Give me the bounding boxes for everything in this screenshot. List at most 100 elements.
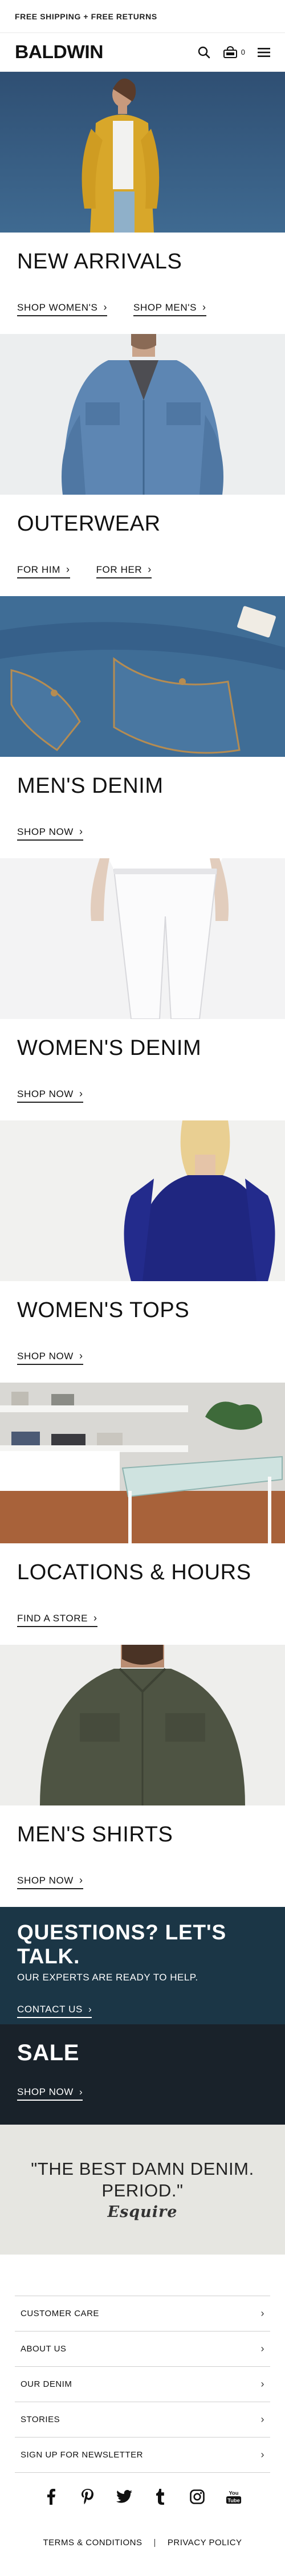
sale-banner: SALE SHOP NOW › [0, 2024, 285, 2125]
category-mens-shirts: MEN'S SHIRTS SHOP NOW › [0, 1645, 285, 1907]
chevron-right-icon: › [93, 1612, 97, 1624]
category-womens-tops: WOMEN'S TOPS SHOP NOW › [0, 1120, 285, 1383]
privacy-link[interactable]: PRIVACY POLICY [168, 2538, 242, 2548]
chevron-right-icon: › [79, 2086, 83, 2097]
facebook-icon[interactable] [43, 2489, 59, 2505]
site-footer: CUSTOMER CARE › ABOUT US › OUR DENIM › STOR… [0, 2255, 285, 2548]
for-him-link[interactable]: FOR HIM › [17, 564, 70, 578]
contact-us-link[interactable]: CONTACT US › [17, 2004, 92, 2018]
category-title: WOMEN'S TOPS [17, 1298, 190, 1322]
youtube-label-you: You [229, 2490, 239, 2496]
chevron-right-icon: › [79, 1350, 83, 1362]
category-text: OUTERWEAR FOR HIM › FOR HER › [0, 495, 285, 596]
category-mens-denim: MEN'S DENIM SHOP NOW › [0, 596, 285, 858]
shop-now-link[interactable]: SHOP NOW › [17, 1350, 83, 1365]
chevron-right-icon: › [79, 1874, 83, 1886]
category-text: LOCATIONS & HOURS FIND A STORE › [0, 1543, 285, 1645]
chevron-right-icon: › [103, 301, 108, 313]
youtube-icon[interactable]: You Tube [226, 2489, 242, 2505]
chevron-right-icon: › [79, 826, 83, 837]
shop-mens-link[interactable]: SHOP MEN'S › [133, 301, 206, 316]
category-new-arrivals: NEW ARRIVALS SHOP WOMEN'S › SHOP MEN'S › [0, 72, 285, 334]
category-text: WOMEN'S TOPS SHOP NOW › [0, 1281, 285, 1383]
chevron-right-icon: › [260, 2414, 264, 2425]
search-icon[interactable] [198, 46, 210, 59]
questions-banner: QUESTIONS? LET'S TALK. OUR EXPERTS ARE R… [0, 1907, 285, 2024]
bag-count: 0 [241, 48, 245, 56]
questions-subtitle: OUR EXPERTS ARE READY TO HELP. [17, 1972, 198, 1983]
footer-item-our-denim[interactable]: OUR DENIM › [15, 2367, 270, 2402]
terms-link[interactable]: TERMS & CONDITIONS [43, 2538, 142, 2548]
category-title: MEN'S SHIRTS [17, 1823, 173, 1847]
store-interior-photo[interactable] [0, 1383, 285, 1543]
promo-text: FREE SHIPPING + FREE RETURNS [15, 11, 157, 21]
shop-womens-link[interactable]: SHOP WOMEN'S › [17, 301, 108, 316]
promo-bar: FREE SHIPPING + FREE RETURNS [0, 0, 285, 33]
quote-text: "THE BEST DAMN DENIM. PERIOD." [31, 2159, 254, 2200]
legal-separator: | [153, 2538, 156, 2548]
twitter-icon[interactable] [116, 2489, 132, 2505]
shop-now-link[interactable]: SHOP NOW › [17, 1088, 83, 1103]
footer-item-about-us[interactable]: ABOUT US › [15, 2332, 270, 2367]
category-title: MEN'S DENIM [17, 774, 164, 798]
chevron-right-icon: › [260, 2308, 264, 2319]
legal-links: TERMS & CONDITIONS | PRIVACY POLICY [15, 2538, 270, 2548]
category-text: MEN'S DENIM SHOP NOW › [0, 757, 285, 858]
jeans-pocket-closeup-photo[interactable] [0, 596, 285, 757]
sale-title: SALE [17, 2040, 80, 2065]
shop-now-link[interactable]: SHOP NOW › [17, 826, 83, 841]
category-title: LOCATIONS & HOURS [17, 1560, 251, 1584]
man-denim-jacket-photo[interactable] [0, 334, 285, 495]
category-title: OUTERWEAR [17, 512, 161, 536]
footer-item-stories[interactable]: STORIES › [15, 2402, 270, 2438]
tumblr-icon[interactable] [153, 2489, 169, 2505]
category-links: SHOP NOW › [17, 826, 268, 841]
footer-item-customer-care[interactable]: CUSTOMER CARE › [15, 2296, 270, 2332]
chevron-right-icon: › [260, 2449, 264, 2460]
site-header: BALDWIN 0 [0, 33, 285, 72]
category-links: FIND A STORE › [17, 1612, 268, 1627]
chevron-right-icon: › [260, 2343, 264, 2354]
chevron-right-icon: › [66, 564, 70, 575]
woman-navy-tee-photo[interactable] [0, 1120, 285, 1281]
pinterest-icon[interactable] [80, 2489, 96, 2505]
footer-menu: CUSTOMER CARE › ABOUT US › OUR DENIM › STOR… [15, 2296, 270, 2473]
shop-now-link[interactable]: SHOP NOW › [17, 1874, 83, 1889]
chevron-right-icon: › [260, 2378, 264, 2390]
press-quote: "THE BEST DAMN DENIM. PERIOD." Esquire [0, 2125, 285, 2255]
youtube-label-tube: Tube [227, 2497, 240, 2503]
instagram-icon[interactable] [189, 2489, 205, 2505]
chevron-right-icon: › [79, 1088, 83, 1099]
sale-shop-now-link[interactable]: SHOP NOW › [17, 2086, 83, 2101]
man-olive-shirt-photo[interactable] [0, 1645, 285, 1805]
esquire-logo: Esquire [107, 2203, 178, 2221]
category-links: SHOP NOW › [17, 1088, 268, 1103]
social-links: You Tube [15, 2489, 270, 2505]
category-title: NEW ARRIVALS [17, 250, 182, 274]
find-a-store-link[interactable]: FIND A STORE › [17, 1612, 97, 1627]
shopping-bag-icon [223, 46, 238, 59]
category-links: SHOP WOMEN'S › SHOP MEN'S › [17, 301, 268, 316]
category-text: WOMEN'S DENIM SHOP NOW › [0, 1019, 285, 1120]
category-text: NEW ARRIVALS SHOP WOMEN'S › SHOP MEN'S › [0, 233, 285, 334]
chevron-right-icon: › [148, 564, 152, 575]
for-her-link[interactable]: FOR HER › [96, 564, 152, 578]
shopping-bag-button[interactable]: 0 [223, 46, 245, 59]
white-jeans-photo[interactable] [0, 858, 285, 1019]
questions-title: QUESTIONS? LET'S TALK. [17, 1921, 226, 1968]
woman-yellow-jacket-photo[interactable] [0, 72, 285, 233]
category-text: MEN'S SHIRTS SHOP NOW › [0, 1805, 285, 1907]
category-links: SHOP NOW › [17, 1874, 268, 1889]
footer-item-newsletter[interactable]: SIGN UP FOR NEWSLETTER › [15, 2438, 270, 2473]
hamburger-menu-icon[interactable] [258, 47, 270, 58]
category-outerwear: OUTERWEAR FOR HIM › FOR HER › [0, 334, 285, 596]
category-links: FOR HIM › FOR HER › [17, 564, 268, 578]
brand-logo[interactable]: BALDWIN [15, 42, 103, 63]
category-title: WOMEN'S DENIM [17, 1036, 202, 1060]
category-womens-denim: WOMEN'S DENIM SHOP NOW › [0, 858, 285, 1120]
header-actions: 0 [198, 46, 270, 59]
chevron-right-icon: › [88, 2004, 92, 2015]
chevron-right-icon: › [202, 301, 206, 313]
category-locations-hours: LOCATIONS & HOURS FIND A STORE › [0, 1383, 285, 1645]
category-links: SHOP NOW › [17, 1350, 268, 1365]
